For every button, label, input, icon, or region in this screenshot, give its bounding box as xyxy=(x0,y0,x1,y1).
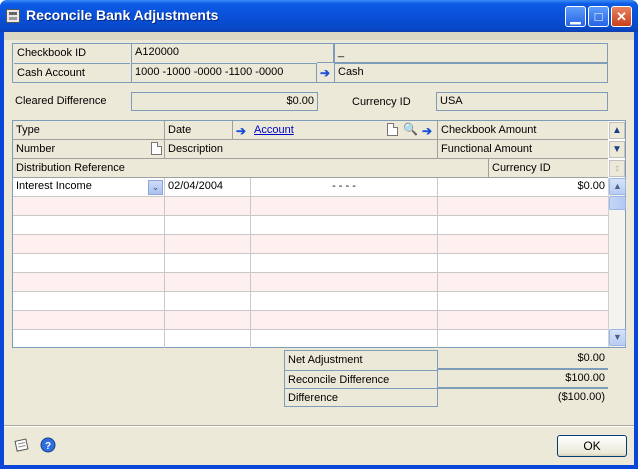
table-row[interactable] xyxy=(13,292,608,311)
table-row[interactable] xyxy=(13,216,608,235)
dialog-client: Checkbook ID A120000 _ Cash Account 1000… xyxy=(4,32,634,465)
checkbook-id-field[interactable]: A120000 xyxy=(131,44,334,63)
zoom-icon[interactable]: 🔍 xyxy=(402,121,419,140)
dialog-window: Reconcile Bank Adjustments ▁ □ ✕ Checkbo… xyxy=(0,0,638,469)
cash-account-label: Cash Account xyxy=(14,63,130,82)
number-note-icon[interactable] xyxy=(149,140,165,159)
row-amount-cell[interactable]: $0.00 xyxy=(438,178,608,196)
scroll-down-icon[interactable]: ▼ xyxy=(609,329,626,346)
table-row[interactable] xyxy=(13,273,608,292)
column-account-link[interactable]: Account xyxy=(251,121,386,140)
minimize-button[interactable]: ▁ xyxy=(565,6,586,27)
checkbook-description: _ xyxy=(334,44,607,63)
cleared-difference-field: $0.00 xyxy=(131,92,318,111)
close-button[interactable]: ✕ xyxy=(611,6,632,27)
ok-button[interactable]: OK xyxy=(557,435,627,457)
row-type-cell[interactable]: Interest Income xyxy=(13,178,165,196)
table-row[interactable] xyxy=(13,330,608,349)
close-icon: ✕ xyxy=(616,9,627,24)
note-pad-icon[interactable] xyxy=(14,437,30,453)
currency-id-label: Currency ID xyxy=(352,96,411,108)
table-row[interactable] xyxy=(13,311,608,330)
table-row[interactable] xyxy=(13,235,608,254)
column-type[interactable]: Type xyxy=(13,121,165,140)
type-dropdown-icon[interactable]: ⌄ xyxy=(148,180,163,195)
row-account-cell[interactable]: - - - - xyxy=(251,178,438,196)
column-currency-id[interactable]: Currency ID xyxy=(489,159,608,178)
collapse-icon[interactable]: ▲︎ xyxy=(609,122,625,139)
account-note-icon[interactable] xyxy=(386,121,402,140)
grid-scrollbar[interactable]: ▲ ▼ xyxy=(608,178,626,347)
app-icon[interactable] xyxy=(6,9,20,23)
minimize-icon: ▁ xyxy=(570,9,581,24)
column-number[interactable]: Number xyxy=(13,140,149,159)
difference-value: ($100.00) xyxy=(437,388,608,407)
column-date[interactable]: Date xyxy=(165,121,233,140)
svg-text:?: ? xyxy=(45,441,51,452)
table-row[interactable] xyxy=(13,197,608,216)
grid-header-row-3: Distribution Reference Currency ID xyxy=(13,159,608,178)
currency-id-field: USA xyxy=(436,92,608,111)
column-description[interactable]: Description xyxy=(165,140,438,159)
column-functional-amount[interactable]: Functional Amount xyxy=(438,140,608,159)
cash-account-lookup-icon[interactable]: ➔ xyxy=(317,62,334,81)
footer-divider xyxy=(4,425,634,427)
sort-icon: ↕ xyxy=(609,160,625,177)
help-icon[interactable]: ? xyxy=(40,437,56,453)
title-bar: Reconcile Bank Adjustments ▁ □ ✕ xyxy=(0,0,638,32)
account-expand-arrow-icon[interactable]: ➔ xyxy=(419,121,438,140)
net-adjustment-label: Net Adjustment xyxy=(288,354,363,366)
reconcile-difference-value: $100.00 xyxy=(437,369,608,388)
cash-account-field[interactable]: 1000 -1000 -0000 -1100 -0000 xyxy=(131,63,317,82)
table-row[interactable]: Interest Income ⌄ 02/04/2004 - - - - $0.… xyxy=(13,178,608,197)
row-date-cell[interactable]: 02/04/2004 xyxy=(165,178,251,196)
grid-header-row-2: Number Description Functional Amount xyxy=(13,140,608,159)
account-lookup-icon[interactable]: ➔ xyxy=(233,121,251,140)
grid-header-row-1: Type Date ➔ Account 🔍 ➔ Checkbook Amount xyxy=(13,121,608,140)
cleared-difference-label: Cleared Difference xyxy=(15,95,107,107)
top-strip xyxy=(4,32,634,40)
cash-account-description: Cash xyxy=(334,63,607,82)
column-distribution-reference[interactable]: Distribution Reference xyxy=(13,159,489,178)
scroll-up-icon[interactable]: ▲ xyxy=(609,178,626,195)
checkbook-id-label: Checkbook ID xyxy=(17,47,87,59)
adjustments-grid: Type Date ➔ Account 🔍 ➔ Checkbook Amount… xyxy=(12,120,626,348)
reconcile-difference-label: Reconcile Difference xyxy=(285,370,437,389)
net-adjustment-value: $0.00 xyxy=(437,350,608,369)
column-checkbook-amount[interactable]: Checkbook Amount xyxy=(438,121,608,140)
table-row[interactable] xyxy=(13,254,608,273)
expand-icon[interactable]: ▼︎ xyxy=(609,141,625,158)
maximize-icon: □ xyxy=(594,9,603,24)
maximize-button[interactable]: □ xyxy=(588,6,609,27)
difference-label: Difference xyxy=(285,388,437,407)
scroll-thumb[interactable] xyxy=(609,196,626,210)
window-title: Reconcile Bank Adjustments xyxy=(26,7,219,23)
